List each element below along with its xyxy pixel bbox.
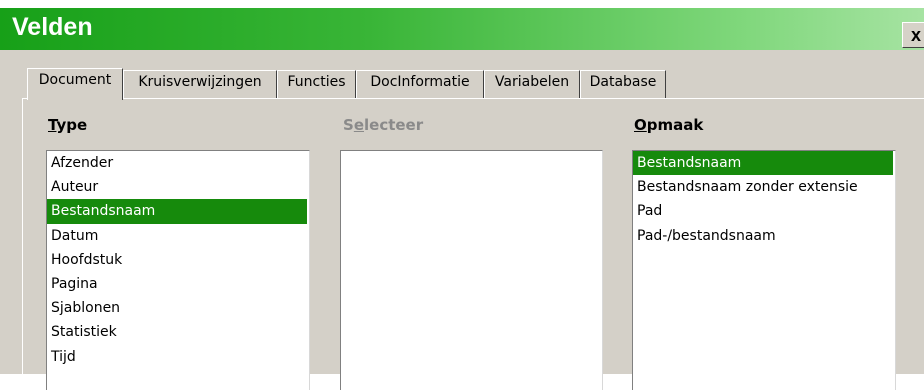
format-label: Opmaak: [634, 116, 704, 134]
type-item-tijd[interactable]: Tijd: [47, 345, 309, 369]
tab-label: Database: [589, 74, 657, 90]
dialog-body: Document Kruisverwijzingen Functies DocI…: [0, 50, 924, 390]
tab-functies[interactable]: Functies: [277, 70, 356, 98]
type-item-bestandsnaam[interactable]: Bestandsnaam: [47, 199, 307, 224]
tab-document[interactable]: Document: [27, 68, 123, 100]
type-item-statistiek[interactable]: Statistiek: [47, 320, 309, 344]
type-listbox[interactable]: Afzender Auteur Bestandsnaam Datum Hoofd…: [46, 150, 310, 390]
select-label: Selecteer: [343, 116, 424, 134]
select-listbox[interactable]: [340, 150, 603, 390]
format-item-pad[interactable]: Pad: [633, 199, 895, 223]
tab-database[interactable]: Database: [580, 70, 666, 98]
tab-docinformatie[interactable]: DocInformatie: [356, 70, 484, 98]
type-item-pagina[interactable]: Pagina: [47, 272, 309, 296]
tab-label: Document: [38, 72, 112, 88]
type-item-afzender[interactable]: Afzender: [47, 151, 309, 175]
type-item-datum[interactable]: Datum: [47, 224, 309, 248]
type-item-sjablonen[interactable]: Sjablonen: [47, 296, 309, 320]
format-listbox[interactable]: Bestandsnaam Bestandsnaam zonder extensi…: [632, 150, 896, 390]
format-item-pad-bestandsnaam[interactable]: Pad-/bestandsnaam: [633, 224, 895, 248]
tab-label: Functies: [287, 74, 346, 90]
close-button[interactable]: x: [902, 22, 924, 48]
tab-label: Variabelen: [494, 74, 570, 90]
tab-label: Kruisverwijzingen: [138, 74, 262, 90]
tab-label: DocInformatie: [370, 74, 470, 90]
window-title: Velden: [12, 13, 93, 41]
type-item-auteur[interactable]: Auteur: [47, 175, 309, 199]
title-bar: Velden x: [0, 8, 924, 50]
type-label: Type: [48, 116, 88, 134]
format-item-bestandsnaam-zonder-extensie[interactable]: Bestandsnaam zonder extensie: [633, 175, 895, 199]
type-item-hoofdstuk[interactable]: Hoofdstuk: [47, 248, 309, 272]
close-icon: x: [910, 25, 921, 45]
tab-variabelen[interactable]: Variabelen: [484, 70, 580, 98]
format-item-bestandsnaam[interactable]: Bestandsnaam: [633, 151, 893, 176]
tab-kruisverwijzingen[interactable]: Kruisverwijzingen: [123, 70, 277, 98]
